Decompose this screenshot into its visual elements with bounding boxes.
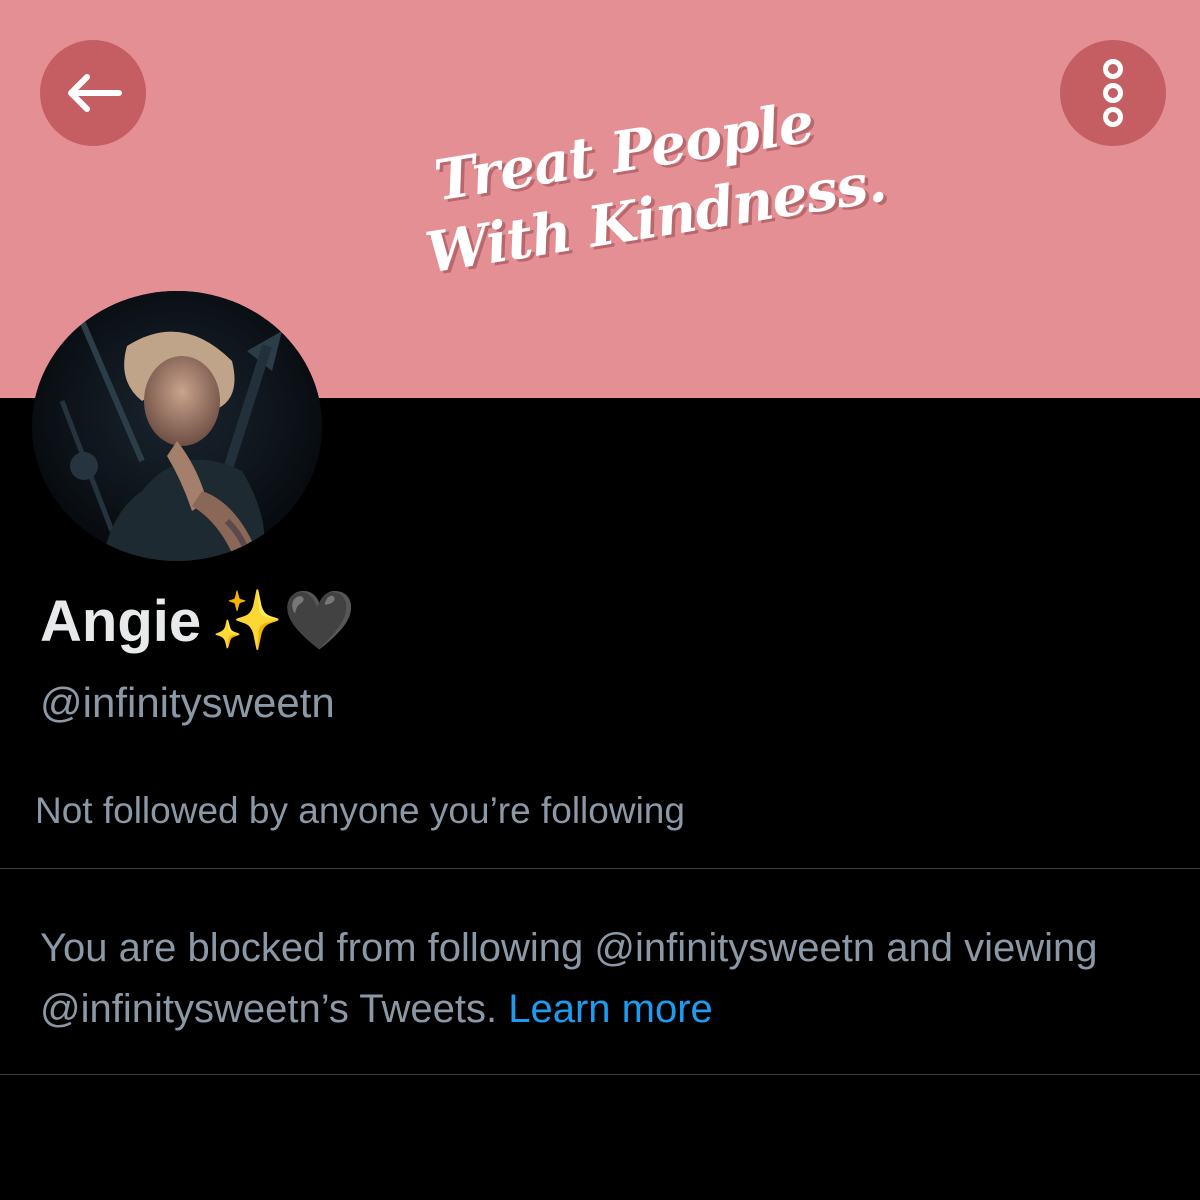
banner-logo: Treat People With Kindness. bbox=[407, 68, 890, 328]
more-vertical-icon bbox=[1103, 59, 1123, 127]
avatar[interactable] bbox=[32, 291, 322, 561]
profile-handle: @infinitysweetn bbox=[40, 679, 335, 726]
back-button[interactable] bbox=[40, 40, 146, 146]
followers-you-know[interactable]: Not followed by anyone you’re following bbox=[35, 790, 685, 832]
arrow-left-icon bbox=[68, 74, 122, 112]
divider bbox=[0, 1074, 1200, 1075]
profile-page: Treat People With Kindness. Angie ✨🖤 @in… bbox=[0, 0, 1200, 1200]
avatar-image bbox=[32, 291, 322, 561]
divider bbox=[0, 868, 1200, 869]
display-name: Angie ✨🖤 bbox=[40, 586, 356, 656]
name-emoji: ✨🖤 bbox=[211, 588, 356, 653]
more-options-button[interactable] bbox=[1060, 40, 1166, 146]
display-name-text: Angie bbox=[40, 588, 202, 654]
blocked-notice: You are blocked from following @infinity… bbox=[40, 918, 1180, 1040]
learn-more-link[interactable]: Learn more bbox=[508, 987, 713, 1031]
